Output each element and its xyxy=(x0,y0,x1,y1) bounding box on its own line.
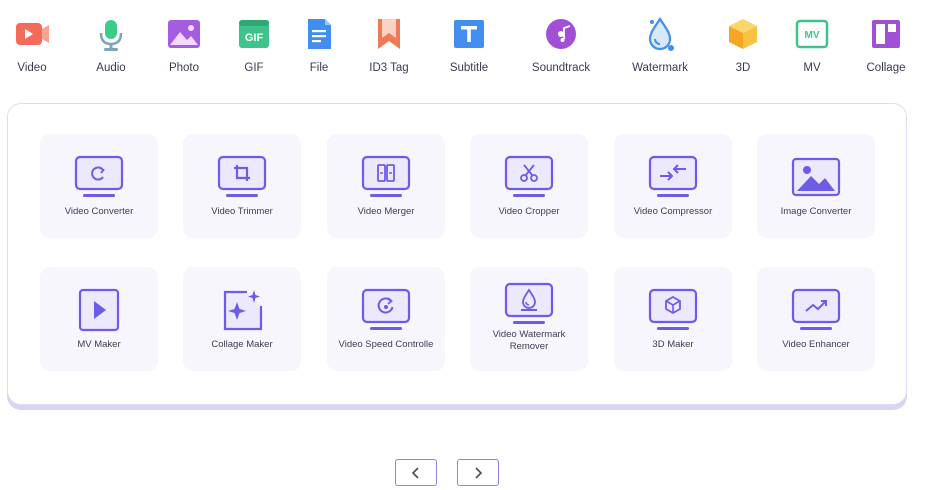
tool-label: Video Speed Controlle xyxy=(338,339,434,350)
tool-label: Video Cropper xyxy=(498,206,560,217)
collage-maker-icon xyxy=(223,290,263,331)
tool-video-enhancer[interactable]: Video Enhancer xyxy=(757,267,875,371)
svg-text:GIF: GIF xyxy=(245,32,264,44)
mv-icon: MV xyxy=(792,14,832,54)
tool-video-merger[interactable]: Video Merger xyxy=(327,134,445,238)
nav-soundtrack[interactable]: Soundtrack xyxy=(521,14,601,74)
bookmark-icon xyxy=(369,14,409,54)
collage-icon xyxy=(866,14,906,54)
gif-icon: GIF xyxy=(234,14,274,54)
nav-label: Video xyxy=(17,62,47,74)
mv-maker-icon xyxy=(78,288,120,332)
microphone-icon xyxy=(91,14,131,54)
video-cropper-icon xyxy=(504,155,554,197)
chevron-right-icon xyxy=(475,466,483,479)
nav-3d[interactable]: 3D xyxy=(703,14,783,74)
tool-label: MV Maker xyxy=(77,339,121,350)
nav-subtitle[interactable]: Subtitle xyxy=(429,14,509,74)
video-icon xyxy=(12,14,52,54)
watermark-remover-icon xyxy=(504,282,554,324)
category-nav: Video Audio Photo GIF GIF File ID3 Tag S… xyxy=(0,14,936,80)
tool-label: Video Watermark Remover xyxy=(492,329,566,352)
water-drop-icon xyxy=(640,14,680,54)
soundtrack-icon xyxy=(541,14,581,54)
video-converter-icon xyxy=(74,155,124,197)
speed-controller-icon xyxy=(361,288,411,330)
tool-label: Video Converter xyxy=(64,206,134,217)
nav-audio[interactable]: Audio xyxy=(71,14,151,74)
image-converter-icon xyxy=(791,157,841,197)
nav-mv[interactable]: MV MV xyxy=(772,14,852,74)
nav-file[interactable]: File xyxy=(279,14,359,74)
tool-video-trimmer[interactable]: Video Trimmer xyxy=(183,134,301,238)
nav-video[interactable]: Video xyxy=(0,14,72,74)
nav-watermark[interactable]: Watermark xyxy=(620,14,700,74)
cube-icon xyxy=(723,14,763,54)
nav-photo[interactable]: Photo xyxy=(144,14,224,74)
nav-id3-tag[interactable]: ID3 Tag xyxy=(349,14,429,74)
nav-label: Watermark xyxy=(632,62,688,74)
photo-icon xyxy=(164,14,204,54)
tool-3d-maker[interactable]: 3D Maker xyxy=(614,267,732,371)
tool-label: 3D Maker xyxy=(652,339,694,350)
tool-collage-maker[interactable]: Collage Maker xyxy=(183,267,301,371)
svg-text:MV: MV xyxy=(805,30,820,41)
nav-label: MV xyxy=(803,62,821,74)
tool-label: Video Trimmer xyxy=(211,206,273,217)
prev-page-button[interactable] xyxy=(395,459,437,486)
video-merger-icon xyxy=(361,155,411,197)
nav-label: 3D xyxy=(735,62,751,74)
nav-label: ID3 Tag xyxy=(369,62,409,74)
next-page-button[interactable] xyxy=(457,459,499,486)
tool-video-converter[interactable]: Video Converter xyxy=(40,134,158,238)
chevron-left-icon xyxy=(411,466,419,479)
video-enhancer-icon xyxy=(791,288,841,330)
video-trimmer-icon xyxy=(217,155,267,197)
tool-label: Video Merger xyxy=(357,206,415,217)
tool-label: Video Compressor xyxy=(633,206,713,217)
tool-label: Collage Maker xyxy=(211,339,273,350)
3d-maker-icon xyxy=(648,288,698,330)
tool-label: Video Enhancer xyxy=(782,339,850,350)
tool-video-speed-controller[interactable]: Video Speed Controlle xyxy=(327,267,445,371)
nav-label: Soundtrack xyxy=(531,62,591,74)
file-icon xyxy=(299,14,339,54)
nav-label: Photo xyxy=(168,62,200,74)
nav-label: File xyxy=(309,62,329,74)
nav-label: Audio xyxy=(96,62,126,74)
tool-label: Image Converter xyxy=(780,206,852,217)
tool-image-converter[interactable]: Image Converter xyxy=(757,134,875,238)
tools-panel: Video Converter Video Trimmer Video Merg… xyxy=(7,103,907,405)
nav-label: Collage xyxy=(866,62,906,74)
tool-video-cropper[interactable]: Video Cropper xyxy=(470,134,588,238)
nav-collage[interactable]: Collage xyxy=(846,14,926,74)
subtitle-icon xyxy=(449,14,489,54)
tool-video-watermark-remover[interactable]: Video Watermark Remover xyxy=(470,267,588,371)
video-compressor-icon xyxy=(648,155,698,197)
nav-label: GIF xyxy=(244,62,264,74)
tool-mv-maker[interactable]: MV Maker xyxy=(40,267,158,371)
tool-video-compressor[interactable]: Video Compressor xyxy=(614,134,732,238)
nav-label: Subtitle xyxy=(449,62,489,74)
